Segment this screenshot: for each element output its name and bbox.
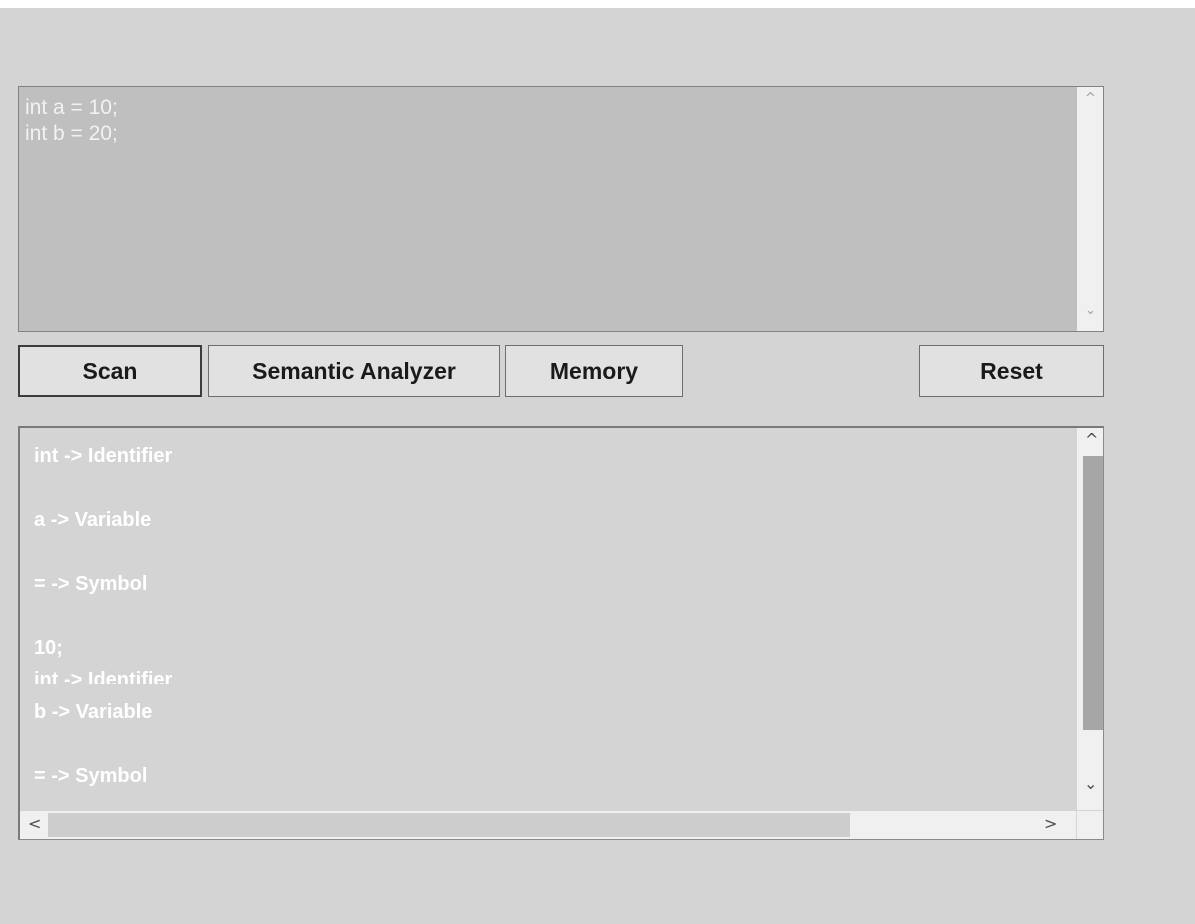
list-item: int -> Identifier bbox=[34, 669, 173, 684]
horizontal-scroll-thumb[interactable] bbox=[48, 813, 850, 837]
scan-button[interactable]: Scan bbox=[18, 345, 202, 397]
output-vertical-scrollbar[interactable]: ^ ⌄ bbox=[1077, 428, 1103, 810]
scroll-right-icon[interactable]: > bbox=[1044, 814, 1057, 833]
reset-button[interactable]: Reset bbox=[919, 345, 1104, 397]
code-input-box[interactable]: int a = 10; int b = 20; ^ ⌄ bbox=[18, 86, 1104, 332]
list-item: b -> Variable bbox=[34, 701, 153, 723]
output-horizontal-scrollbar[interactable]: < > bbox=[20, 811, 1076, 839]
vertical-scroll-thumb[interactable] bbox=[1083, 456, 1103, 730]
list-item: int -> Identifier bbox=[34, 445, 173, 467]
scroll-up-icon[interactable]: ^ bbox=[1085, 91, 1096, 106]
code-vertical-scrollbar[interactable]: ^ ⌄ bbox=[1077, 87, 1103, 331]
memory-button[interactable]: Memory bbox=[505, 345, 683, 397]
title-strip bbox=[0, 0, 1195, 8]
scroll-down-icon[interactable]: ⌄ bbox=[1085, 303, 1096, 318]
scrollbar-corner bbox=[1077, 811, 1103, 839]
scroll-left-icon[interactable]: < bbox=[28, 814, 41, 833]
code-input[interactable]: int a = 10; int b = 20; bbox=[19, 87, 1077, 331]
semantic-analyzer-button[interactable]: Semantic Analyzer bbox=[208, 345, 500, 397]
output-lines: int -> Identifier a -> Variable = -> Sym… bbox=[34, 440, 1074, 810]
list-item: = -> Symbol bbox=[34, 573, 148, 595]
output-list[interactable]: int -> Identifier a -> Variable = -> Sym… bbox=[18, 426, 1104, 840]
list-item: a -> Variable bbox=[34, 509, 152, 531]
scroll-up-icon[interactable]: ^ bbox=[1085, 430, 1098, 449]
list-item: = -> Symbol bbox=[34, 765, 148, 787]
scroll-down-icon[interactable]: ⌄ bbox=[1084, 774, 1097, 793]
list-item: 10; bbox=[34, 637, 63, 659]
